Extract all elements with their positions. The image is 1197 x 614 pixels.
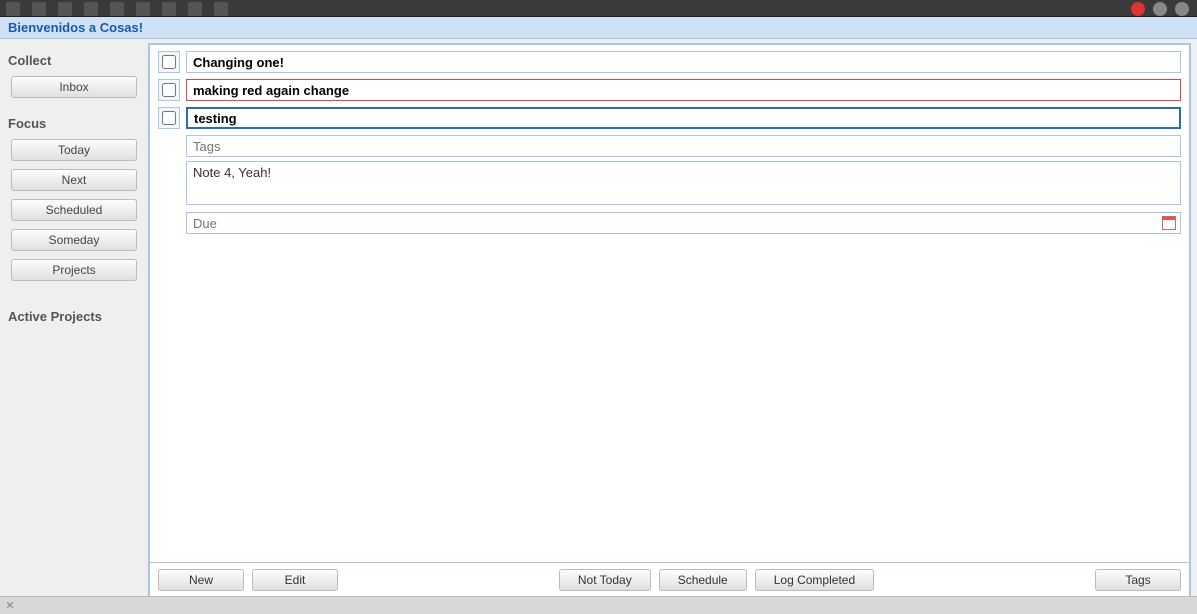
- section-focus-title: Focus: [8, 116, 142, 131]
- tasks-list: [150, 45, 1189, 562]
- sidebar-scheduled-button[interactable]: Scheduled: [11, 199, 137, 221]
- toolbar-menu[interactable]: [214, 2, 228, 16]
- sidebar-projects-button[interactable]: Projects: [11, 259, 137, 281]
- note-textarea[interactable]: [186, 161, 1181, 205]
- edit-button[interactable]: Edit: [252, 569, 338, 591]
- not-today-button[interactable]: Not Today: [559, 569, 651, 591]
- task-row[interactable]: [158, 51, 1181, 73]
- section-collect-title: Collect: [8, 53, 142, 68]
- task-row[interactable]: [158, 79, 1181, 101]
- browser-toolbar: [0, 0, 1197, 17]
- due-input[interactable]: [193, 216, 1162, 231]
- section-active-projects-title: Active Projects: [8, 309, 142, 324]
- content-panel: New Edit Not Today Schedule Log Complete…: [148, 43, 1191, 596]
- task-row[interactable]: [158, 107, 1181, 129]
- task-title-input[interactable]: [186, 51, 1181, 73]
- task-checkbox-wrap[interactable]: [158, 79, 180, 101]
- task-title-input[interactable]: [186, 107, 1181, 129]
- task-checkbox[interactable]: [162, 111, 176, 125]
- task-checkbox[interactable]: [162, 83, 176, 97]
- toolbar-menu[interactable]: [110, 2, 124, 16]
- sidebar-today-button[interactable]: Today: [11, 139, 137, 161]
- sidebar-someday-button[interactable]: Someday: [11, 229, 137, 251]
- tags-input[interactable]: [186, 135, 1181, 157]
- minimize-icon[interactable]: [1153, 2, 1167, 16]
- toolbar-menu[interactable]: [6, 2, 20, 16]
- close-icon[interactable]: ✕: [4, 600, 16, 612]
- task-title-input[interactable]: [186, 79, 1181, 101]
- toolbar-menu[interactable]: [58, 2, 72, 16]
- task-checkbox-wrap[interactable]: [158, 51, 180, 73]
- tags-button[interactable]: Tags: [1095, 569, 1181, 591]
- calendar-icon[interactable]: [1162, 216, 1176, 230]
- toolbar-menu[interactable]: [32, 2, 46, 16]
- status-bar: ✕: [0, 596, 1197, 614]
- log-completed-button[interactable]: Log Completed: [755, 569, 874, 591]
- sidebar-inbox-button[interactable]: Inbox: [11, 76, 137, 98]
- action-bar: New Edit Not Today Schedule Log Complete…: [150, 562, 1189, 596]
- due-field[interactable]: [186, 212, 1181, 234]
- toolbar-menu[interactable]: [188, 2, 202, 16]
- sidebar: Collect Inbox Focus Today Next Scheduled…: [0, 39, 148, 596]
- close-window-icon[interactable]: [1131, 2, 1145, 16]
- main-area: Collect Inbox Focus Today Next Scheduled…: [0, 39, 1197, 596]
- toolbar-menu[interactable]: [136, 2, 150, 16]
- task-checkbox[interactable]: [162, 55, 176, 69]
- toolbar-menu[interactable]: [162, 2, 176, 16]
- welcome-bar: Bienvenidos a Cosas!: [0, 17, 1197, 39]
- sidebar-next-button[interactable]: Next: [11, 169, 137, 191]
- toolbar-menu[interactable]: [84, 2, 98, 16]
- schedule-button[interactable]: Schedule: [659, 569, 747, 591]
- maximize-icon[interactable]: [1175, 2, 1189, 16]
- task-checkbox-wrap[interactable]: [158, 107, 180, 129]
- new-button[interactable]: New: [158, 569, 244, 591]
